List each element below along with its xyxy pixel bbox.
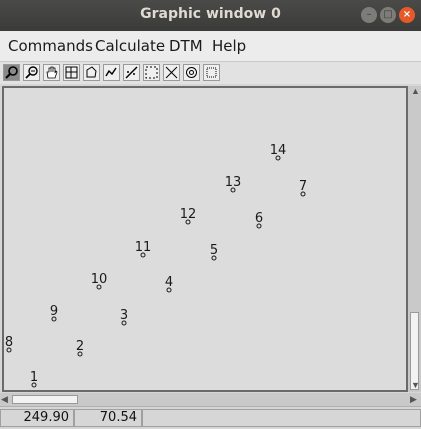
menu-help[interactable]: Help [212, 37, 246, 55]
survey-point-label: 11 [135, 240, 152, 255]
maximize-button[interactable]: □ [380, 7, 396, 23]
toolbar [0, 62, 421, 84]
survey-point-label: 9 [50, 304, 58, 319]
polygon-tool[interactable] [83, 64, 100, 81]
zoom-window-tool[interactable] [3, 64, 20, 81]
refresh-icon [186, 67, 197, 78]
scroll-up-icon[interactable]: ▲ [411, 86, 420, 97]
menu-calculate[interactable]: Calculate [95, 37, 165, 55]
menu-bar: Commands Calculate DTM Help [0, 31, 421, 62]
pan-tool[interactable] [43, 64, 60, 81]
measure-tool[interactable] [123, 64, 140, 81]
survey-point-label: 12 [180, 207, 197, 222]
line-tool[interactable] [103, 64, 120, 81]
expand-icon [165, 66, 178, 79]
grid-tool[interactable] [63, 64, 80, 81]
pan-hand-icon [46, 66, 58, 79]
survey-point-label: 4 [165, 275, 173, 290]
survey-point-label: 8 [5, 335, 13, 350]
menu-dtm[interactable]: DTM [169, 37, 203, 55]
scroll-right-icon[interactable]: ▶ [410, 394, 417, 405]
minimize-button[interactable]: – [361, 7, 377, 23]
survey-point-label: 2 [76, 339, 84, 354]
select-icon [145, 66, 158, 79]
vertical-scrollbar[interactable]: ▲ ▼ [408, 86, 421, 392]
status-x-value: 249.90 [0, 409, 74, 427]
polygon-icon [86, 66, 97, 78]
survey-point-label: 3 [120, 308, 128, 323]
survey-point-label: 7 [299, 179, 307, 194]
close-button[interactable]: × [399, 7, 415, 23]
select-tool[interactable] [143, 64, 160, 81]
survey-point-label: 5 [210, 243, 218, 258]
frame-icon [206, 67, 217, 78]
survey-point-label: 13 [225, 175, 242, 190]
zoom-icon [25, 66, 38, 79]
line-icon [105, 67, 117, 77]
window-title: Graphic window 0 [140, 6, 281, 22]
horizontal-scrollbar[interactable]: ◀ ▶ [0, 393, 421, 406]
scroll-left-icon[interactable]: ◀ [1, 394, 8, 405]
point-plot[interactable]: 1234567891011121314 [4, 88, 406, 390]
status-y-value: 70.54 [74, 409, 142, 427]
grid-icon [65, 66, 78, 79]
title-bar: Graphic window 0 – □ × [0, 0, 421, 31]
menu-commands[interactable]: Commands [8, 37, 93, 55]
survey-point-label: 6 [255, 211, 263, 226]
horizontal-scroll-thumb[interactable] [12, 395, 78, 404]
zoom-window-icon [5, 66, 18, 79]
vertical-scroll-thumb[interactable] [410, 312, 419, 390]
status-bar: 249.90 70.54 [0, 406, 421, 429]
measure-icon [125, 66, 138, 79]
survey-point-label: 1 [30, 370, 38, 385]
zoom-tool[interactable] [23, 64, 40, 81]
expand-tool[interactable] [163, 64, 180, 81]
frame-tool[interactable] [203, 64, 220, 81]
scroll-down-icon[interactable]: ▼ [411, 380, 420, 391]
status-message [142, 409, 421, 427]
survey-point-label: 10 [91, 272, 108, 287]
survey-point-label: 14 [270, 143, 287, 158]
refresh-tool[interactable] [183, 64, 200, 81]
